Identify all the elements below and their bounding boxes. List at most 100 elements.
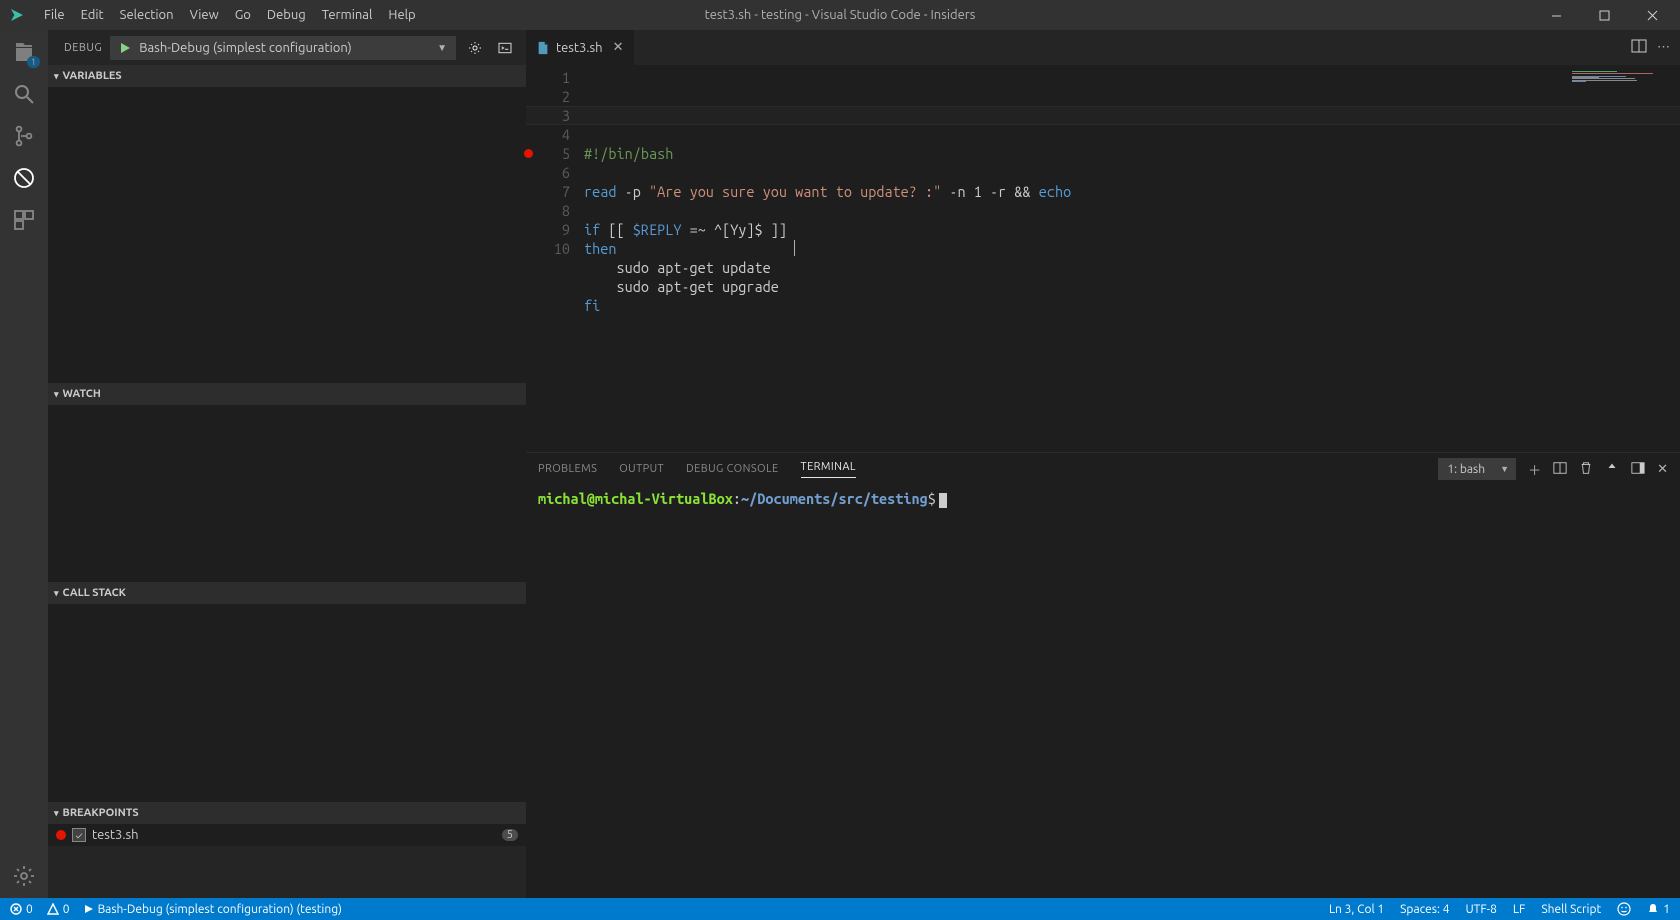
line-number: 3 <box>526 106 570 125</box>
debug-view-label: DEBUG <box>64 42 102 54</box>
terminal-user: michal@michal-VirtualBox <box>538 490 733 507</box>
menu-edit[interactable]: Edit <box>73 0 112 30</box>
code-line[interactable]: #!/bin/bash <box>584 144 1071 163</box>
variables-header[interactable]: ▾VARIABLES <box>48 65 526 87</box>
terminal-new-button[interactable]: ＋ <box>1528 460 1541 479</box>
status-debug-config-label: Bash-Debug (simplest configuration) (tes… <box>98 903 342 916</box>
panel-maximize-button[interactable] <box>1605 461 1619 478</box>
active-line-highlight <box>526 106 1680 125</box>
menu-terminal[interactable]: Terminal <box>314 0 381 30</box>
line-number: 8 <box>526 201 570 220</box>
callstack-header[interactable]: ▾ CALL STACK <box>48 582 526 604</box>
variables-section: ▾VARIABLES <box>48 65 526 383</box>
menu-view[interactable]: View <box>182 0 227 30</box>
split-editor-button[interactable] <box>1631 38 1647 57</box>
debug-configure-button[interactable] <box>464 37 486 59</box>
menubar: File Edit Selection View Go Debug Termin… <box>0 0 1680 30</box>
status-cursor-pos[interactable]: Ln 3, Col 1 <box>1329 903 1384 916</box>
debug-start-button[interactable] <box>119 42 131 54</box>
chevron-down-icon: ▼ <box>437 42 447 54</box>
terminal-path: ~/Documents/src/testing <box>741 490 928 507</box>
line-number: 10 <box>526 239 570 258</box>
panel-tab-debug-console[interactable]: DEBUG CONSOLE <box>686 463 779 475</box>
status-encoding[interactable]: UTF-8 <box>1465 903 1496 916</box>
app-icon <box>8 6 26 24</box>
code-line[interactable] <box>584 315 1071 334</box>
code-line[interactable] <box>584 163 1071 182</box>
debug-config-dropdown[interactable]: Bash-Debug (simplest configuration) ▼ <box>110 36 456 60</box>
breakpoint-icon <box>56 830 66 840</box>
line-number: 7 <box>526 182 570 201</box>
window-close-button[interactable] <box>1632 0 1672 30</box>
status-warnings[interactable]: 0 <box>47 903 70 916</box>
status-debug-config[interactable]: Bash-Debug (simplest configuration) (tes… <box>84 903 342 916</box>
breakpoints-label: BREAKPOINTS <box>63 807 139 819</box>
status-notifications-count: 1 <box>1663 903 1670 916</box>
watch-label: WATCH <box>63 388 101 400</box>
code-editor[interactable]: 12345678910 #!/bin/bashread -p "Are you … <box>526 65 1680 452</box>
breakpoint-icon[interactable] <box>524 149 533 158</box>
menu-selection[interactable]: Selection <box>112 0 182 30</box>
code-line[interactable]: fi <box>584 296 1071 315</box>
callstack-label: CALL STACK <box>63 587 126 599</box>
status-feedback[interactable] <box>1617 902 1631 916</box>
code-line[interactable]: sudo apt-get update <box>584 258 1071 277</box>
status-eol[interactable]: LF <box>1513 903 1525 916</box>
debug-console-toggle-button[interactable] <box>494 37 516 59</box>
chevron-down-icon: ▾ <box>54 588 59 599</box>
code-line[interactable]: then <box>584 239 1071 258</box>
minimap[interactable] <box>1572 71 1662 81</box>
line-number: 1 <box>526 68 570 87</box>
breakpoint-row[interactable]: ✓ test3.sh 5 <box>48 824 526 846</box>
terminal-kill-button[interactable] <box>1579 461 1593 478</box>
terminal-cursor <box>939 493 947 508</box>
menu-help[interactable]: Help <box>380 0 423 30</box>
line-number: 2 <box>526 87 570 106</box>
breakpoint-file: test3.sh <box>92 828 139 842</box>
editor-tab[interactable]: test3.sh ✕ <box>526 30 635 65</box>
activity-debug[interactable] <box>10 164 38 192</box>
status-bar: 0 0 Bash-Debug (simplest configuration) … <box>0 898 1680 920</box>
activity-search[interactable] <box>10 80 38 108</box>
terminal-select[interactable]: 1: bash ▼ <box>1438 458 1516 480</box>
menu-debug[interactable]: Debug <box>259 0 314 30</box>
explorer-badge: 1 <box>27 56 40 68</box>
editor-tabbar: test3.sh ✕ ⋯ <box>526 30 1680 65</box>
terminal-select-value: 1: bash <box>1447 463 1485 476</box>
activity-settings[interactable] <box>10 862 38 890</box>
editor-caret <box>794 240 795 256</box>
code-line[interactable]: sudo apt-get upgrade <box>584 277 1071 296</box>
status-indent[interactable]: Spaces: 4 <box>1400 903 1449 916</box>
watch-header[interactable]: ▾WATCH <box>48 383 526 405</box>
panel-close-button[interactable]: ✕ <box>1657 462 1668 477</box>
panel-tab-terminal[interactable]: TERMINAL <box>801 461 856 478</box>
code-line[interactable] <box>584 201 1071 220</box>
chevron-down-icon: ▾ <box>54 71 59 82</box>
status-language[interactable]: Shell Script <box>1541 903 1601 916</box>
terminal[interactable]: michal@michal-VirtualBox:~/Documents/src… <box>526 485 1680 898</box>
line-number: 5 <box>526 144 570 163</box>
code-line[interactable]: if [[ $REPLY =~ ^[Yy]$ ]] <box>584 220 1071 239</box>
panel-move-button[interactable] <box>1631 461 1645 478</box>
line-number: 9 <box>526 220 570 239</box>
more-actions-button[interactable]: ⋯ <box>1657 40 1670 55</box>
panel-tab-problems[interactable]: PROBLEMS <box>538 463 597 475</box>
terminal-dollar: $ <box>928 490 936 507</box>
status-notifications[interactable]: 1 <box>1647 903 1670 916</box>
window-maximize-button[interactable] <box>1584 0 1624 30</box>
terminal-sep: : <box>733 490 741 507</box>
activity-scm[interactable] <box>10 122 38 150</box>
activity-extensions[interactable] <box>10 206 38 234</box>
tab-close-button[interactable]: ✕ <box>613 40 624 55</box>
window-minimize-button[interactable] <box>1536 0 1576 30</box>
breakpoint-checkbox[interactable]: ✓ <box>72 828 86 842</box>
terminal-split-button[interactable] <box>1553 461 1567 478</box>
code-content[interactable]: #!/bin/bash read -p "Are you sure you wan… <box>584 65 1071 452</box>
activity-explorer[interactable]: 1 <box>10 38 38 66</box>
menu-file[interactable]: File <box>36 0 73 30</box>
breakpoints-header[interactable]: ▾BREAKPOINTS <box>48 802 526 824</box>
menu-go[interactable]: Go <box>227 0 259 30</box>
status-errors[interactable]: 0 <box>10 903 33 916</box>
code-line[interactable]: read -p "Are you sure you want to update… <box>584 182 1071 201</box>
panel-tab-output[interactable]: OUTPUT <box>619 463 664 475</box>
